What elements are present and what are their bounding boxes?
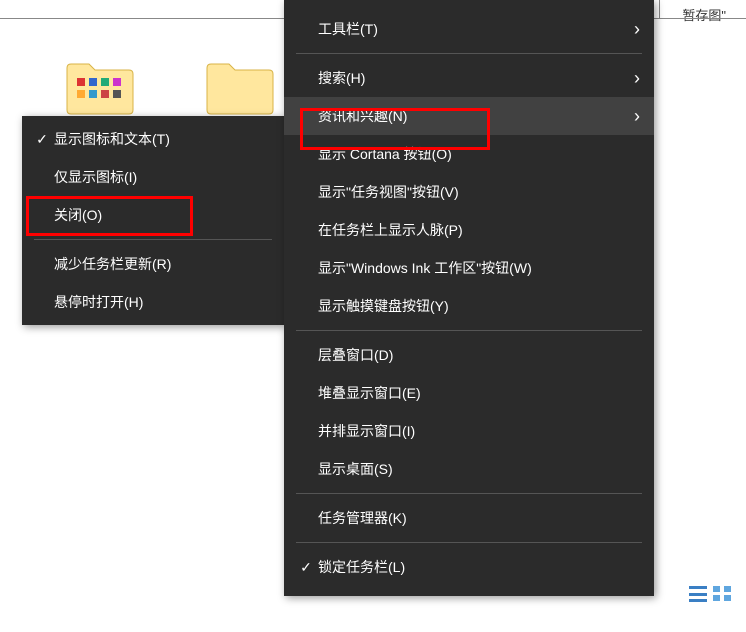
- menu-item-label: 悬停时打开(H): [54, 292, 270, 312]
- top-label: 暂存图": [682, 5, 726, 24]
- menu-item[interactable]: 任务管理器(K): [284, 499, 654, 537]
- menu-item[interactable]: 减少任务栏更新(R): [22, 245, 284, 283]
- menu-item-label: 关闭(O): [54, 205, 270, 225]
- menu-item-label: 显示"任务视图"按钮(V): [318, 182, 622, 202]
- folder-icon-1[interactable]: [60, 60, 140, 115]
- menu-separator: [296, 493, 642, 494]
- chevron-right-icon: ›: [622, 106, 640, 127]
- menu-item[interactable]: 资讯和兴趣(N)›: [284, 97, 654, 135]
- menu-item-label: 搜索(H): [318, 68, 622, 88]
- menu-item-label: 层叠窗口(D): [318, 345, 622, 365]
- menu-item[interactable]: 显示桌面(S): [284, 450, 654, 488]
- menu-separator: [296, 330, 642, 331]
- menu-item[interactable]: 堆叠显示窗口(E): [284, 374, 654, 412]
- menu-item[interactable]: 搜索(H)›: [284, 59, 654, 97]
- menu-separator: [296, 542, 642, 543]
- chevron-right-icon: ›: [622, 19, 640, 40]
- menu-item-label: 工具栏(T): [318, 19, 622, 39]
- list-view-icon[interactable]: [689, 586, 707, 602]
- menu-item[interactable]: 显示 Cortana 按钮(O): [284, 135, 654, 173]
- menu-item-label: 显示触摸键盘按钮(Y): [318, 296, 622, 316]
- menu-separator: [34, 239, 272, 240]
- menu-item[interactable]: 显示"任务视图"按钮(V): [284, 173, 654, 211]
- menu-item[interactable]: ✓显示图标和文本(T): [22, 120, 284, 158]
- window-border: [659, 0, 660, 18]
- menu-item-label: 堆叠显示窗口(E): [318, 383, 622, 403]
- menu-item[interactable]: 仅显示图标(I): [22, 158, 284, 196]
- menu-item[interactable]: 显示"Windows Ink 工作区"按钮(W): [284, 249, 654, 287]
- submenu-news-interests: ✓显示图标和文本(T) 仅显示图标(I) 关闭(O) 减少任务栏更新(R) 悬停时打开…: [22, 116, 284, 325]
- menu-item-label: 仅显示图标(I): [54, 167, 270, 187]
- menu-item-label: 锁定任务栏(L): [318, 557, 622, 577]
- menu-item[interactable]: 层叠窗口(D): [284, 336, 654, 374]
- menu-item[interactable]: 显示触摸键盘按钮(Y): [284, 287, 654, 325]
- menu-item[interactable]: ✓锁定任务栏(L): [284, 548, 654, 586]
- menu-item-label: 资讯和兴趣(N): [318, 106, 622, 126]
- menu-item-label: 任务管理器(K): [318, 508, 622, 528]
- check-icon: ✓: [294, 559, 318, 576]
- folder-icon-2[interactable]: [200, 60, 280, 115]
- menu-item-label: 显示"Windows Ink 工作区"按钮(W): [318, 258, 622, 278]
- menu-item[interactable]: 悬停时打开(H): [22, 283, 284, 321]
- desktop-area: 暂存图" ✓显示图标和文本(T)仅显示图标(I): [0, 0, 746, 632]
- menu-item[interactable]: 工具栏(T)›: [284, 10, 654, 48]
- menu-item-label: 显示桌面(S): [318, 459, 622, 479]
- menu-item[interactable]: 在任务栏上显示人脉(P): [284, 211, 654, 249]
- menu-item-label: 显示图标和文本(T): [54, 129, 270, 149]
- menu-item-label: 并排显示窗口(I): [318, 421, 622, 441]
- menu-item[interactable]: 关闭(O): [22, 196, 284, 234]
- grid-view-icon[interactable]: [713, 586, 731, 602]
- chevron-right-icon: ›: [622, 68, 640, 89]
- menu-separator: [296, 53, 642, 54]
- menu-item-label: 减少任务栏更新(R): [54, 254, 270, 274]
- check-icon: ✓: [30, 131, 54, 148]
- menu-item-label: 显示 Cortana 按钮(O): [318, 144, 622, 164]
- menu-item[interactable]: 并排显示窗口(I): [284, 412, 654, 450]
- taskbar-context-menu: 工具栏(T)›搜索(H)›资讯和兴趣(N)›显示 Cortana 按钮(O)显示…: [284, 0, 654, 596]
- view-mode-icons: [689, 586, 731, 602]
- menu-item-label: 在任务栏上显示人脉(P): [318, 220, 622, 240]
